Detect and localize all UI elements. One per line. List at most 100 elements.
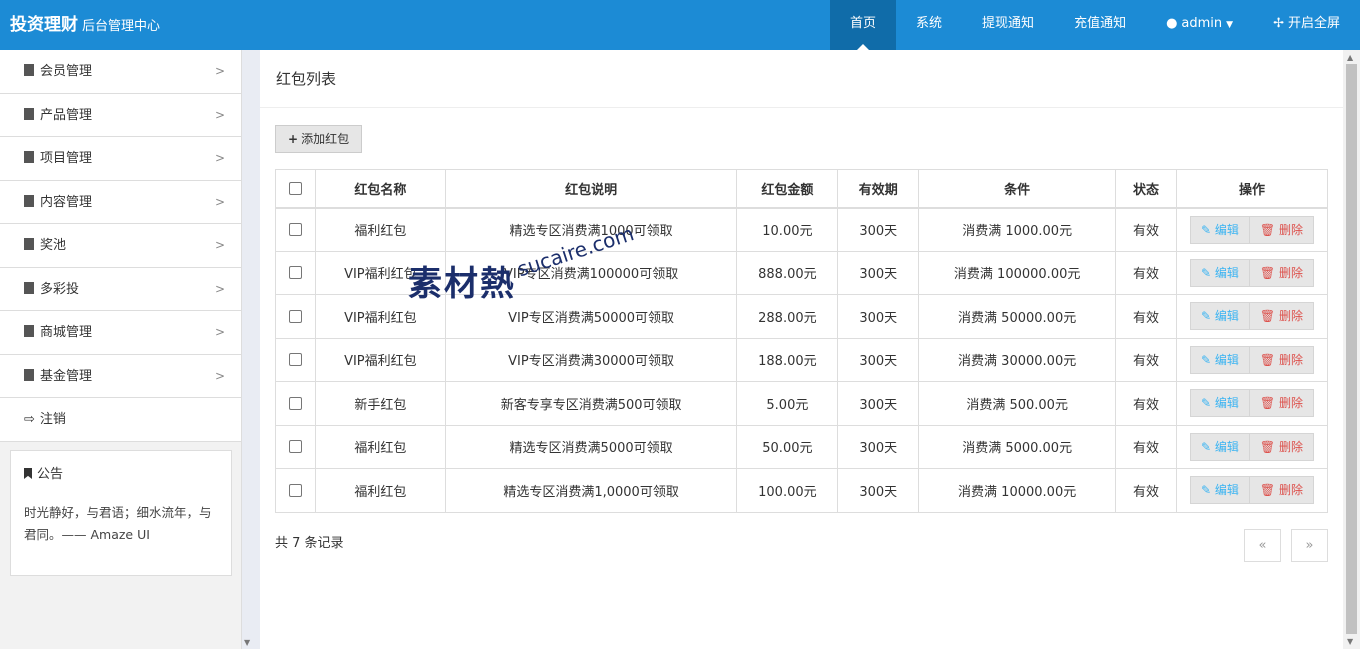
file-icon — [24, 64, 34, 76]
edit-button[interactable]: ✎ 编辑 — [1190, 476, 1250, 505]
nav-system[interactable]: 系统 — [896, 0, 962, 50]
delete-button[interactable]: 🗑 删除 — [1249, 345, 1314, 374]
edit-button[interactable]: ✎ 编辑 — [1190, 258, 1250, 287]
row-actions: ✎ 编辑 🗑 删除 — [1190, 432, 1314, 461]
col-condition[interactable]: 条件 — [918, 169, 1117, 209]
nav-recharge-notice[interactable]: 充值通知 — [1054, 0, 1146, 50]
cell-condition: 消费满 30000.00元 — [918, 337, 1117, 382]
edit-button[interactable]: ✎ 编辑 — [1190, 432, 1250, 461]
delete-label: 删除 — [1278, 439, 1303, 454]
notice-title: 公告 — [24, 463, 218, 482]
row-checkbox[interactable] — [288, 266, 302, 280]
col-amount[interactable]: 红包金额 — [736, 169, 839, 209]
delete-button[interactable]: 🗑 删除 — [1249, 215, 1314, 244]
user-menu[interactable]: ● admin ▼ — [1146, 0, 1253, 50]
sidebar-item-logout[interactable]: ⇨ 注销 — [0, 398, 241, 442]
sidebar-item-funds[interactable]: 基金管理 > — [0, 354, 241, 398]
cell-description: 精选专区消费满1000可领取 — [444, 207, 738, 252]
cell-actions: ✎ 编辑 🗑 删除 — [1175, 381, 1329, 426]
sidebar-item-products[interactable]: 产品管理 > — [0, 93, 241, 137]
delete-button[interactable]: 🗑 删除 — [1249, 476, 1314, 505]
sidebar: 会员管理 > 产品管理 > 项目管理 > 内容管理 > 奖池 > 多彩投 > 商城管理 > 基… — [0, 50, 250, 649]
col-status[interactable]: 状态 — [1115, 169, 1177, 209]
next-page-button[interactable]: » — [1291, 529, 1328, 562]
delete-label: 删除 — [1278, 309, 1303, 324]
cell-description: VIP专区消费满100000可领取 — [444, 250, 738, 295]
table-row: 福利红包 精选专区消费满1000可领取 10.00元 300天 消费满 1000.00元… — [275, 207, 1329, 252]
edit-icon: ✎ — [1201, 222, 1215, 237]
cell-condition: 消费满 100000.00元 — [918, 250, 1117, 295]
page-scrollbar[interactable]: ▲ ▼ — [1343, 50, 1360, 649]
edit-button[interactable]: ✎ 编辑 — [1190, 345, 1250, 374]
edit-label: 编辑 — [1214, 439, 1239, 454]
row-actions: ✎ 编辑 🗑 删除 — [1190, 258, 1314, 287]
delete-label: 删除 — [1278, 352, 1303, 367]
delete-button[interactable]: 🗑 删除 — [1249, 432, 1314, 461]
trash-icon: 🗑 — [1259, 265, 1279, 280]
row-actions: ✎ 编辑 🗑 删除 — [1190, 389, 1314, 418]
edit-icon: ✎ — [1201, 396, 1215, 411]
notice-text: 时光静好，与君语；细水流年，与君同。—— Amaze UI — [24, 505, 212, 542]
row-checkbox[interactable] — [288, 483, 302, 497]
scroll-up-icon[interactable]: ▲ — [1347, 53, 1353, 62]
edit-label: 编辑 — [1214, 265, 1239, 280]
sidebar-item-label: 商城管理 — [40, 325, 93, 340]
edit-button[interactable]: ✎ 编辑 — [1190, 389, 1250, 418]
sidebar-item-duocaitou[interactable]: 多彩投 > — [0, 267, 241, 311]
cell-name: 福利红包 — [314, 424, 446, 469]
edit-icon: ✎ — [1201, 309, 1215, 324]
edit-icon: ✎ — [1201, 265, 1215, 280]
sidebar-item-mall[interactable]: 商城管理 > — [0, 311, 241, 355]
fullscreen-button[interactable]: ✢ 开启全屏 — [1253, 0, 1360, 50]
trash-icon: 🗑 — [1259, 222, 1279, 237]
sidebar-item-projects[interactable]: 项目管理 > — [0, 137, 241, 181]
nav-withdraw-notice[interactable]: 提现通知 — [962, 0, 1054, 50]
cell-name: 新手红包 — [314, 381, 446, 426]
sidebar-scroll-down-icon[interactable]: ▼ — [244, 638, 250, 647]
row-checkbox[interactable] — [288, 223, 302, 236]
scroll-down-icon[interactable]: ▼ — [1347, 637, 1353, 646]
sidebar-item-label: 内容管理 — [40, 194, 93, 210]
delete-label: 删除 — [1278, 222, 1303, 237]
sidebar-item-content[interactable]: 内容管理 > — [0, 180, 241, 224]
cell-description: 精选专区消费满1,0000可领取 — [444, 468, 738, 513]
add-red-packet-button[interactable]: + 添加红包 — [275, 125, 363, 153]
chevron-right-icon: > — [214, 151, 225, 165]
bookmark-icon — [24, 468, 32, 479]
expand-icon: ✢ — [1273, 16, 1284, 31]
cell-validity: 300天 — [837, 250, 920, 295]
cell-validity: 300天 — [837, 294, 920, 339]
delete-button[interactable]: 🗑 删除 — [1249, 258, 1314, 287]
cell-validity: 300天 — [837, 337, 920, 382]
col-actions: 操作 — [1175, 169, 1329, 209]
col-name[interactable]: 红包名称 — [314, 169, 446, 209]
cell-status: 有效 — [1115, 381, 1177, 426]
nav-home[interactable]: 首页 — [830, 0, 897, 50]
row-select-cell — [275, 250, 316, 295]
delete-label: 删除 — [1278, 483, 1303, 498]
file-icon — [24, 194, 34, 207]
delete-button[interactable]: 🗑 删除 — [1249, 389, 1314, 418]
cell-actions: ✎ 编辑 🗑 删除 — [1175, 337, 1329, 382]
edit-button[interactable]: ✎ 编辑 — [1190, 302, 1250, 331]
edit-icon: ✎ — [1201, 352, 1215, 367]
col-description[interactable]: 红包说明 — [444, 169, 738, 209]
cell-status: 有效 — [1115, 424, 1177, 469]
row-actions: ✎ 编辑 🗑 删除 — [1190, 345, 1314, 374]
trash-icon: 🗑 — [1259, 396, 1279, 411]
cell-actions: ✎ 编辑 🗑 删除 — [1175, 250, 1329, 295]
brand[interactable]: 投资理财 后台管理中心 — [10, 0, 160, 50]
col-validity[interactable]: 有效期 — [837, 169, 920, 209]
edit-button[interactable]: ✎ 编辑 — [1190, 215, 1250, 244]
row-checkbox[interactable] — [288, 440, 302, 454]
delete-button[interactable]: 🗑 删除 — [1249, 302, 1314, 331]
select-all-checkbox[interactable] — [288, 181, 302, 195]
row-checkbox[interactable] — [288, 396, 302, 410]
cell-amount: 5.00元 — [736, 381, 839, 426]
row-checkbox[interactable] — [288, 309, 302, 323]
sidebar-item-prize-pool[interactable]: 奖池 > — [0, 224, 241, 268]
sidebar-item-members[interactable]: 会员管理 > — [0, 50, 241, 94]
row-checkbox[interactable] — [288, 353, 302, 367]
prev-page-button[interactable]: « — [1244, 529, 1281, 562]
scrollbar-thumb[interactable] — [1346, 64, 1357, 634]
